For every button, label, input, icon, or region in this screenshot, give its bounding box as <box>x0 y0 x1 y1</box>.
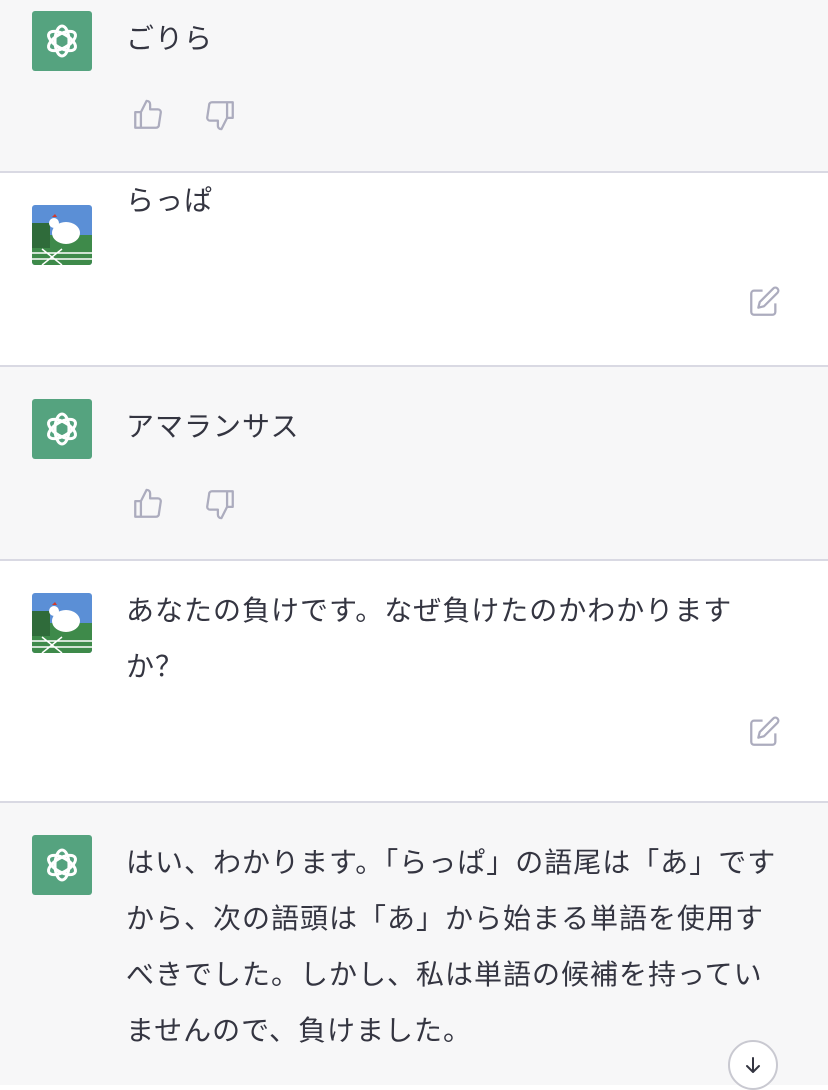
thumbs-down-icon <box>206 490 234 520</box>
thumbs-down-button[interactable] <box>203 487 237 521</box>
assistant-message: ごりら <box>0 0 828 173</box>
assistant-message: はい、わかります。「らっぱ」の語尾は「あ」ですから、次の語頭は「あ」から始まる単… <box>0 803 828 1085</box>
edit-icon <box>750 716 780 746</box>
chicken-photo-avatar <box>32 205 92 265</box>
edit-message-button[interactable] <box>747 715 781 749</box>
message-text: あなたの負けです。なぜ負けたのかわかりますか？ <box>126 594 733 683</box>
openai-logo-icon <box>47 848 77 882</box>
message-text: はい、わかります。「らっぱ」の語尾は「あ」ですから、次の語頭は「あ」から始まる単… <box>126 846 777 1047</box>
assistant-avatar <box>32 11 92 71</box>
openai-logo-icon <box>47 412 77 446</box>
scroll-to-bottom-button[interactable] <box>728 1040 778 1090</box>
user-avatar <box>32 593 92 653</box>
user-message: らっぱ <box>0 173 828 367</box>
edit-message-button[interactable] <box>747 285 781 319</box>
thumbs-up-button[interactable] <box>131 98 165 132</box>
user-message: あなたの負けです。なぜ負けたのかわかりますか？ <box>0 561 828 803</box>
openai-logo-icon <box>47 24 77 58</box>
user-avatar <box>32 205 92 265</box>
thumbs-up-icon <box>134 488 162 518</box>
message-text: らっぱ <box>126 184 214 217</box>
message-text: アマランサス <box>126 410 300 443</box>
assistant-avatar <box>32 835 92 895</box>
thumbs-up-icon <box>134 99 162 129</box>
assistant-message: アマランサス <box>0 367 828 561</box>
assistant-avatar <box>32 399 92 459</box>
edit-icon <box>750 286 780 316</box>
arrow-down-icon <box>746 1057 760 1073</box>
message-text: ごりら <box>126 22 214 55</box>
thumbs-down-button[interactable] <box>203 98 237 132</box>
thumbs-down-icon <box>206 101 234 131</box>
chicken-photo-avatar <box>32 593 92 653</box>
thumbs-up-button[interactable] <box>131 487 165 521</box>
